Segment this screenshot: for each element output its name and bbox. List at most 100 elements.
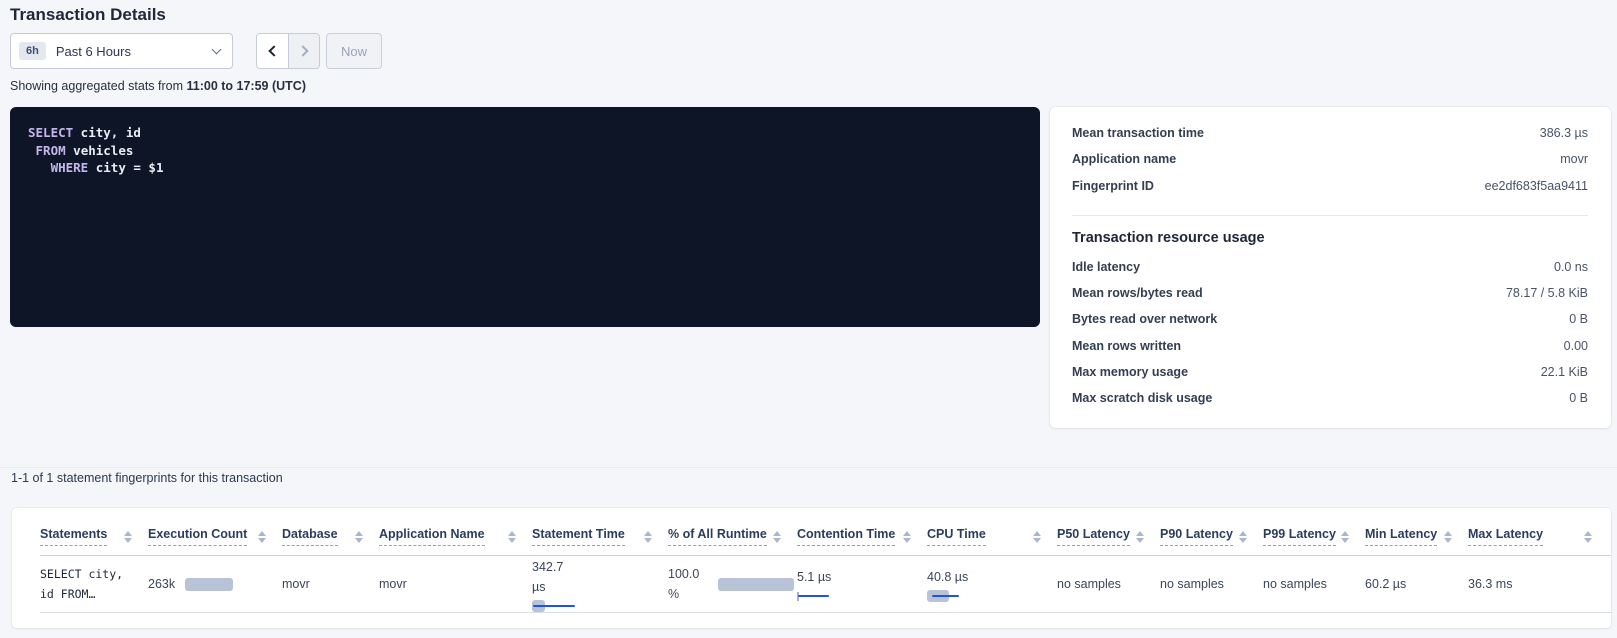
- stats-caption: Showing aggregated stats from 11:00 to 1…: [10, 79, 306, 93]
- time-controls: 6h Past 6 Hours Now: [10, 33, 382, 69]
- column-header-min-latency[interactable]: Min Latency: [1365, 527, 1468, 555]
- cell-database: movr: [282, 577, 379, 591]
- time-range-dropdown[interactable]: 6h Past 6 Hours: [10, 33, 233, 69]
- pct-runtime-bar: [718, 578, 794, 591]
- max-latency-value: 36.3 ms: [1468, 577, 1512, 591]
- column-label[interactable]: P50 Latency: [1057, 527, 1130, 546]
- time-range-badge: 6h: [19, 42, 46, 60]
- sort-icon[interactable]: [1444, 531, 1452, 543]
- previous-time-button[interactable]: [257, 34, 288, 68]
- summary-value: 0.00: [1564, 339, 1588, 353]
- statement-link[interactable]: SELECT city, id FROM…: [40, 564, 148, 604]
- next-time-button[interactable]: [288, 34, 319, 68]
- sql-indent: [28, 160, 51, 175]
- database-value: movr: [282, 577, 310, 591]
- now-button[interactable]: Now: [326, 33, 382, 69]
- summary-label: Idle latency: [1072, 260, 1140, 274]
- column-header-cpu-time[interactable]: CPU Time: [927, 527, 1057, 555]
- column-label[interactable]: Min Latency: [1365, 527, 1437, 546]
- time-range-label: Past 6 Hours: [56, 44, 213, 59]
- min-latency-value: 60.2 µs: [1365, 577, 1406, 591]
- summary-row: Bytes read over network 0 B: [1072, 312, 1588, 338]
- column-label[interactable]: Statements: [40, 527, 107, 546]
- cpu-time-bar: [927, 590, 961, 602]
- summary-divider: [1072, 215, 1588, 216]
- sort-icon[interactable]: [1584, 531, 1592, 543]
- column-header-contention-time[interactable]: Contention Time: [797, 527, 927, 555]
- transaction-summary-card: Mean transaction time 386.3 µs Applicati…: [1050, 107, 1611, 428]
- column-header-max-latency[interactable]: Max Latency: [1468, 527, 1608, 555]
- summary-value: ee2df683f5aa9411: [1485, 179, 1588, 193]
- sort-icon[interactable]: [1033, 531, 1041, 543]
- column-label[interactable]: Database: [282, 527, 338, 546]
- summary-row: Max scratch disk usage 0 B: [1072, 391, 1588, 417]
- cell-p50-latency: no samples: [1057, 577, 1160, 591]
- summary-label: Mean rows/bytes read: [1072, 286, 1203, 300]
- column-label[interactable]: Contention Time: [797, 527, 895, 546]
- column-header-p50-latency[interactable]: P50 Latency: [1057, 527, 1160, 555]
- summary-row: Application name movr: [1072, 152, 1588, 178]
- sql-line: SELECT city, id: [28, 124, 1022, 142]
- cell-max-latency: 36.3 ms: [1468, 577, 1608, 591]
- sql-text: city = $1: [88, 160, 163, 175]
- sort-icon[interactable]: [903, 531, 911, 543]
- column-label[interactable]: Application Name: [379, 527, 485, 546]
- table-row[interactable]: SELECT city, id FROM… 263k movr movr 342.…: [40, 556, 1611, 613]
- execution-count-value: 263k: [148, 577, 175, 591]
- cell-p99-latency: no samples: [1263, 577, 1365, 591]
- statement-line: id FROM…: [40, 587, 95, 601]
- summary-value: 0 B: [1569, 391, 1588, 405]
- cell-execution-count: 263k: [148, 577, 282, 591]
- column-label[interactable]: P99 Latency: [1263, 527, 1336, 546]
- cell-statement[interactable]: SELECT city, id FROM…: [40, 564, 148, 604]
- contention-time-bar: [797, 590, 831, 602]
- column-label[interactable]: Execution Count: [148, 527, 247, 546]
- column-header-p90-latency[interactable]: P90 Latency: [1160, 527, 1263, 555]
- sort-icon[interactable]: [258, 531, 266, 543]
- sort-icon[interactable]: [644, 531, 652, 543]
- cell-application-name: movr: [379, 577, 532, 591]
- cell-contention-time: 5.1 µs: [797, 567, 927, 602]
- chevron-left-icon: [268, 45, 279, 56]
- summary-value: 386.3 µs: [1540, 126, 1588, 140]
- column-header-database[interactable]: Database: [282, 527, 379, 555]
- application-name-value: movr: [379, 577, 407, 591]
- p99-latency-value: no samples: [1263, 577, 1327, 591]
- summary-label: Application name: [1072, 152, 1176, 166]
- column-header-application-name[interactable]: Application Name: [379, 527, 532, 555]
- column-header-execution-count[interactable]: Execution Count: [148, 527, 282, 555]
- sort-icon[interactable]: [124, 531, 132, 543]
- summary-row: Mean rows written 0.00: [1072, 339, 1588, 365]
- contention-time-value: 5.1 µs: [797, 567, 927, 587]
- resource-usage-title: Transaction resource usage: [1072, 230, 1588, 246]
- stats-caption-prefix: Showing aggregated stats from: [10, 79, 187, 93]
- stats-caption-range: 11:00 to 17:59 (UTC): [187, 79, 306, 93]
- summary-row: Max memory usage 22.1 KiB: [1072, 365, 1588, 391]
- column-header-statements[interactable]: Statements: [40, 527, 148, 555]
- summary-value: 0.0 ns: [1554, 260, 1588, 274]
- column-header-pct-all-runtime[interactable]: % of All Runtime: [668, 527, 797, 555]
- page-title: Transaction Details: [10, 5, 166, 25]
- summary-row: Idle latency 0.0 ns: [1072, 260, 1588, 286]
- chevron-down-icon: [212, 44, 222, 54]
- sort-icon[interactable]: [508, 531, 516, 543]
- column-label[interactable]: Statement Time: [532, 527, 625, 546]
- summary-label: Mean transaction time: [1072, 126, 1204, 140]
- column-label[interactable]: CPU Time: [927, 527, 986, 546]
- sort-icon[interactable]: [1136, 531, 1144, 543]
- column-label[interactable]: % of All Runtime: [668, 527, 767, 546]
- cpu-time-value: 40.8 µs: [927, 567, 973, 587]
- time-step-buttons: [256, 33, 320, 69]
- cell-statement-time: 342.7 µs: [532, 557, 668, 612]
- column-label[interactable]: P90 Latency: [1160, 527, 1233, 546]
- column-header-statement-time[interactable]: Statement Time: [532, 527, 668, 555]
- summary-label: Max memory usage: [1072, 365, 1188, 379]
- sort-icon[interactable]: [1341, 531, 1349, 543]
- column-header-p99-latency[interactable]: P99 Latency: [1263, 527, 1365, 555]
- sort-icon[interactable]: [355, 531, 363, 543]
- column-label[interactable]: Max Latency: [1468, 527, 1543, 546]
- statement-line: SELECT city,: [40, 567, 123, 581]
- sort-icon[interactable]: [1239, 531, 1247, 543]
- sort-icon[interactable]: [773, 531, 781, 543]
- cell-min-latency: 60.2 µs: [1365, 577, 1468, 591]
